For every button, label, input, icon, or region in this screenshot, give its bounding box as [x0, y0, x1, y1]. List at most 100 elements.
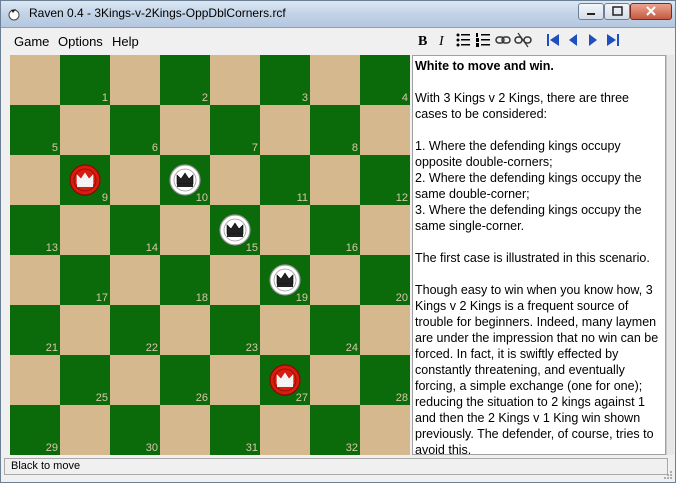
status-text: Black to move — [11, 460, 81, 472]
board-square-light[interactable] — [110, 255, 160, 305]
minimize-button[interactable] — [578, 3, 604, 20]
board-square-light[interactable] — [210, 55, 260, 105]
board-square-5[interactable]: 5 — [10, 105, 60, 155]
board-square-light[interactable] — [210, 355, 260, 405]
board-square-light[interactable] — [160, 105, 210, 155]
white-king-piece[interactable] — [219, 214, 251, 246]
board-square-light[interactable] — [360, 405, 410, 455]
unlink-button[interactable] — [514, 31, 532, 49]
board-square-25[interactable]: 25 — [60, 355, 110, 405]
italic-icon: I — [438, 34, 445, 49]
close-button[interactable] — [630, 3, 672, 20]
maximize-button[interactable] — [604, 3, 630, 20]
previous-move-button[interactable] — [564, 31, 582, 49]
board-square-light[interactable] — [310, 155, 360, 205]
board-square-light[interactable] — [260, 205, 310, 255]
board-square-17[interactable]: 17 — [60, 255, 110, 305]
last-move-button[interactable] — [604, 31, 622, 49]
board-square-20[interactable]: 20 — [360, 255, 410, 305]
checkers-board[interactable]: 1 2 3 4 5 6 7 8 9 10 11 12 13 14 15 16 17 18 19 20 21 22 23 24 2… — [10, 55, 410, 455]
board-square-30[interactable]: 30 — [110, 405, 160, 455]
board-square-10[interactable]: 10 — [160, 155, 210, 205]
board-square-light[interactable] — [360, 305, 410, 355]
first-move-button[interactable] — [544, 31, 562, 49]
board-square-3[interactable]: 3 — [260, 55, 310, 105]
white-king-piece[interactable] — [169, 164, 201, 196]
next-move-button[interactable] — [584, 31, 602, 49]
bold-icon: B — [418, 34, 427, 49]
link-button[interactable] — [494, 31, 512, 49]
square-number: 3 — [301, 92, 308, 104]
board-square-19[interactable]: 19 — [260, 255, 310, 305]
board-square-26[interactable]: 26 — [160, 355, 210, 405]
italic-button[interactable]: I — [434, 31, 452, 49]
menu-game[interactable]: Game — [14, 34, 49, 49]
title-bar[interactable]: Raven 0.4 - 3Kings-v-2Kings-OppDblCorner… — [1, 1, 675, 28]
red-king-piece[interactable] — [69, 164, 101, 196]
board-square-light[interactable] — [110, 355, 160, 405]
first-move-icon — [547, 34, 559, 46]
commentary-panel[interactable]: White to move and win. With 3 Kings v 2 … — [412, 55, 666, 455]
board-square-12[interactable]: 12 — [360, 155, 410, 205]
board-square-4[interactable]: 4 — [360, 55, 410, 105]
menu-options[interactable]: Options — [58, 34, 103, 49]
board-square-22[interactable]: 22 — [110, 305, 160, 355]
board-square-light[interactable] — [210, 155, 260, 205]
board-square-9[interactable]: 9 — [60, 155, 110, 205]
bold-button[interactable]: B — [414, 31, 432, 49]
board-square-light[interactable] — [310, 255, 360, 305]
board-square-light[interactable] — [260, 405, 310, 455]
board-square-light[interactable] — [160, 405, 210, 455]
board-square-15[interactable]: 15 — [210, 205, 260, 255]
white-king-piece[interactable] — [269, 264, 301, 296]
board-square-13[interactable]: 13 — [10, 205, 60, 255]
board-square-27[interactable]: 27 — [260, 355, 310, 405]
svg-text:B: B — [418, 34, 427, 49]
board-square-23[interactable]: 23 — [210, 305, 260, 355]
board-square-32[interactable]: 32 — [310, 405, 360, 455]
board-square-light[interactable] — [360, 205, 410, 255]
resize-grip-icon[interactable] — [663, 470, 673, 480]
board-square-7[interactable]: 7 — [210, 105, 260, 155]
close-icon — [646, 6, 656, 16]
board-square-light[interactable] — [60, 405, 110, 455]
board-square-31[interactable]: 31 — [210, 405, 260, 455]
next-move-icon — [589, 34, 597, 46]
red-king-piece[interactable] — [269, 364, 301, 396]
board-square-light[interactable] — [10, 355, 60, 405]
menu-help[interactable]: Help — [112, 34, 139, 49]
board-square-1[interactable]: 1 — [60, 55, 110, 105]
commentary-scrollbar[interactable] — [666, 55, 674, 455]
board-square-light[interactable] — [10, 155, 60, 205]
board-square-14[interactable]: 14 — [110, 205, 160, 255]
board-square-light[interactable] — [360, 105, 410, 155]
board-square-24[interactable]: 24 — [310, 305, 360, 355]
board-square-light[interactable] — [110, 155, 160, 205]
board-square-light[interactable] — [310, 355, 360, 405]
square-number: 9 — [101, 192, 108, 204]
bullet-list-button[interactable] — [454, 31, 472, 49]
board-square-light[interactable] — [310, 55, 360, 105]
board-square-8[interactable]: 8 — [310, 105, 360, 155]
board-square-light[interactable] — [160, 205, 210, 255]
board-square-16[interactable]: 16 — [310, 205, 360, 255]
board-square-light[interactable] — [60, 205, 110, 255]
board-square-6[interactable]: 6 — [110, 105, 160, 155]
board-square-29[interactable]: 29 — [10, 405, 60, 455]
board-square-light[interactable] — [260, 305, 310, 355]
board-square-21[interactable]: 21 — [10, 305, 60, 355]
board-square-28[interactable]: 28 — [360, 355, 410, 405]
board-square-18[interactable]: 18 — [160, 255, 210, 305]
board-square-2[interactable]: 2 — [160, 55, 210, 105]
board-square-light[interactable] — [260, 105, 310, 155]
board-square-light[interactable] — [10, 55, 60, 105]
board-square-light[interactable] — [160, 305, 210, 355]
board-square-light[interactable] — [60, 105, 110, 155]
board-square-light[interactable] — [110, 55, 160, 105]
board-square-light[interactable] — [10, 255, 60, 305]
square-number: 23 — [245, 342, 258, 354]
numbered-list-button[interactable] — [474, 31, 492, 49]
board-square-light[interactable] — [60, 305, 110, 355]
board-square-11[interactable]: 11 — [260, 155, 310, 205]
board-square-light[interactable] — [210, 255, 260, 305]
